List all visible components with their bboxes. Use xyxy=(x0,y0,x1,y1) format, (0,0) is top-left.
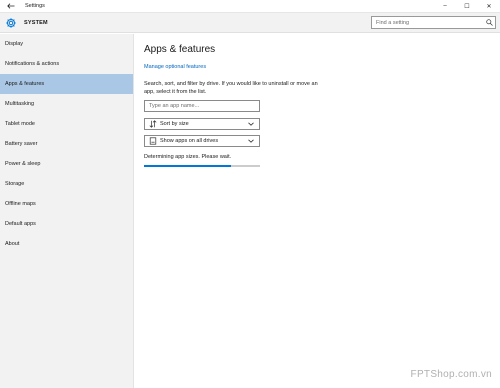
watermark: FPTShop.com.vn xyxy=(410,369,492,380)
progress-bar-fill xyxy=(144,165,231,167)
sidebar-item-label: About xyxy=(5,241,20,247)
close-button[interactable]: ✕ xyxy=(478,0,500,12)
drive-icon xyxy=(148,136,158,146)
search-input[interactable] xyxy=(372,17,483,28)
manage-optional-features-link[interactable]: Manage optional features xyxy=(144,64,206,70)
sidebar-item-power-sleep[interactable]: Power & sleep xyxy=(0,154,133,174)
search-icon[interactable] xyxy=(483,17,495,28)
page-title: Apps & features xyxy=(144,44,216,55)
sidebar-item-tablet-mode[interactable]: Tablet mode xyxy=(0,114,133,134)
sidebar: Display Notifications & actions Apps & f… xyxy=(0,34,134,388)
header-bar: SYSTEM xyxy=(0,13,500,33)
sidebar-item-label: Storage xyxy=(5,181,25,187)
chevron-down-icon xyxy=(247,120,255,128)
sidebar-item-label: Multitasking xyxy=(5,101,35,107)
sidebar-item-battery-saver[interactable]: Battery saver xyxy=(0,134,133,154)
sidebar-item-storage[interactable]: Storage xyxy=(0,174,133,194)
sidebar-item-offline-maps[interactable]: Offline maps xyxy=(0,194,133,214)
sidebar-item-display[interactable]: Display xyxy=(0,34,133,54)
sidebar-item-label: Offline maps xyxy=(5,201,36,207)
sidebar-item-label: Notifications & actions xyxy=(5,61,60,67)
drive-dropdown-value: Show apps on all drives xyxy=(160,138,219,144)
window-title: Settings xyxy=(25,3,45,9)
drive-filter-dropdown[interactable]: Show apps on all drives xyxy=(144,135,260,147)
sidebar-item-default-apps[interactable]: Default apps xyxy=(0,214,133,234)
sidebar-item-label: Power & sleep xyxy=(5,161,41,167)
back-arrow-icon[interactable] xyxy=(3,0,19,12)
sort-icon xyxy=(148,119,158,129)
window-controls: – ☐ ✕ xyxy=(434,0,500,12)
description-text: Search, sort, and filter by drive. If yo… xyxy=(144,81,318,95)
sidebar-item-notifications[interactable]: Notifications & actions xyxy=(0,54,133,74)
sort-dropdown-value: Sort by size xyxy=(160,121,189,127)
sidebar-item-about[interactable]: About xyxy=(0,234,133,254)
sidebar-item-label: Battery saver xyxy=(5,141,38,147)
progress-bar xyxy=(144,165,260,167)
minimize-button[interactable]: – xyxy=(434,0,456,12)
gear-icon xyxy=(4,16,18,30)
search-box[interactable] xyxy=(371,16,496,29)
app-search-input[interactable] xyxy=(145,101,259,111)
main-content: Apps & features Manage optional features… xyxy=(144,34,484,374)
settings-window: Settings – ☐ ✕ SYSTEM Display N xyxy=(0,0,500,388)
sort-dropdown[interactable]: Sort by size xyxy=(144,118,260,130)
sidebar-item-label: Apps & features xyxy=(5,81,45,87)
sidebar-item-apps-features[interactable]: Apps & features xyxy=(0,74,133,94)
maximize-button[interactable]: ☐ xyxy=(456,0,478,12)
sidebar-item-multitasking[interactable]: Multitasking xyxy=(0,94,133,114)
title-bar: Settings – ☐ ✕ xyxy=(0,0,500,13)
status-text: Determining app sizes. Please wait. xyxy=(144,154,232,160)
sidebar-item-label: Default apps xyxy=(5,221,36,227)
sidebar-item-label: Tablet mode xyxy=(5,121,35,127)
chevron-down-icon xyxy=(247,137,255,145)
section-title: SYSTEM xyxy=(24,19,48,26)
app-search-box[interactable] xyxy=(144,100,260,112)
sidebar-item-label: Display xyxy=(5,41,24,47)
